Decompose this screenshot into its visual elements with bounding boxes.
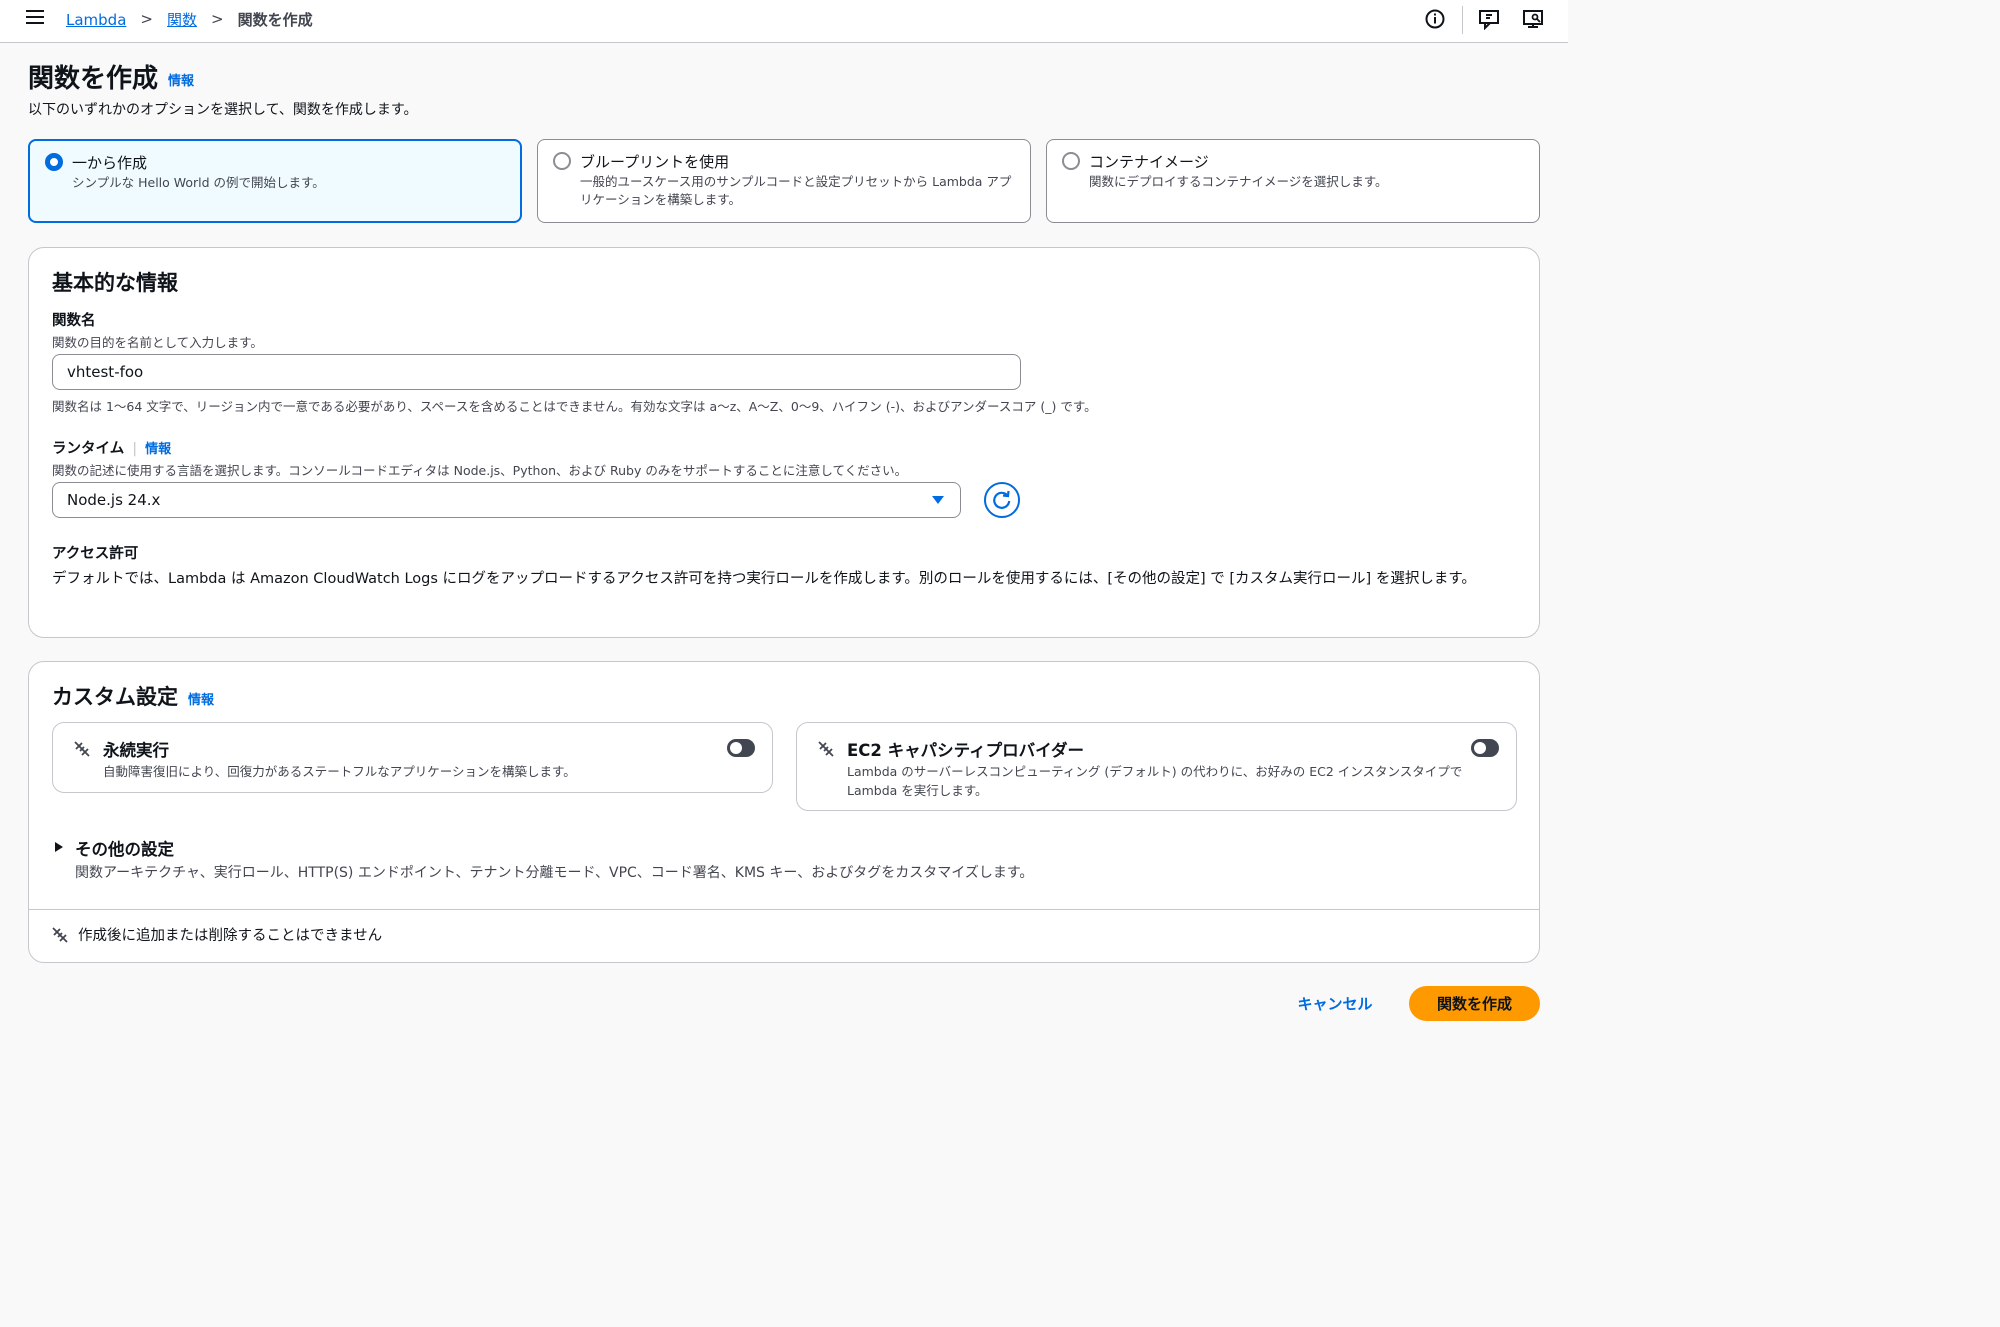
additional-settings-description: 関数アーキテクチャ、実行ロール、HTTP(S) エンドポイント、テナント分離モー…: [75, 865, 1034, 881]
option-title: 一から作成: [72, 154, 148, 172]
runtime-select-value: Node.js 24.x: [67, 491, 161, 509]
immutable-note-text: 作成後に追加または削除することはできません: [78, 928, 383, 944]
function-name-constraint: 関数名は 1〜64 文字で、リージョン内で一意である必要があり、スペースを含める…: [52, 399, 1097, 414]
caret-right-icon[interactable]: [55, 842, 63, 852]
page-title-text: 関数を作成: [28, 64, 159, 94]
option-desc: 一般的ユースケース用のサンプルコードと設定プリセットから Lambda アプリケ…: [580, 174, 1012, 207]
runtime-description: 関数の記述に使用する言語を選択します。コンソールコードエディタは Node.js…: [52, 463, 908, 478]
refresh-runtime-button[interactable]: [984, 482, 1020, 518]
basic-info-heading: 基本的な情報: [52, 271, 178, 295]
cancel-button[interactable]: キャンセル: [1280, 986, 1390, 1020]
page-info-link[interactable]: 情報: [168, 74, 194, 89]
unlink-icon: [74, 741, 90, 757]
basic-info-container: 基本的な情報 関数名 関数の目的を名前として入力します。 関数名は 1〜64 文…: [28, 247, 1540, 638]
radio-unselected-icon[interactable]: [1062, 152, 1080, 170]
screen-icon[interactable]: [1522, 8, 1544, 30]
immutable-note: 作成後に追加または削除することはできません: [51, 924, 382, 945]
ec2-capacity-provider-card[interactable]: EC2 キャパシティプロバイダー Lambda のサーバーレスコンピューティング…: [796, 722, 1517, 811]
card-title: 永続実行: [103, 741, 169, 760]
info-circle-icon[interactable]: [1424, 8, 1446, 30]
toolbar-divider: [1462, 6, 1463, 34]
function-name-input[interactable]: [52, 354, 1021, 390]
refresh-icon: [993, 490, 1011, 509]
runtime-label-text: ランタイム: [52, 441, 125, 457]
custom-settings-title: カスタム設定: [52, 685, 178, 709]
option-author-from-scratch[interactable]: 一から作成 シンプルな Hello World の例で開始します。: [28, 139, 522, 223]
runtime-label: ランタイム | 情報: [52, 437, 171, 458]
chevron-right-icon: >: [140, 9, 153, 28]
option-desc: 関数にデプロイするコンテナイメージを選択します。: [1089, 174, 1388, 189]
durable-execution-card[interactable]: 永続実行 自動障害復旧により、回復力があるステートフルなアプリケーションを構築し…: [52, 722, 773, 793]
chevron-right-icon: >: [211, 9, 224, 28]
permissions-description: デフォルトでは、Lambda は Amazon CloudWatch Logs …: [52, 571, 1476, 587]
feedback-icon[interactable]: [1478, 8, 1500, 30]
custom-settings-info-link[interactable]: 情報: [188, 693, 214, 708]
card-title: EC2 キャパシティプロバイダー: [847, 741, 1084, 760]
page-title: 関数を作成 情報: [28, 58, 194, 95]
runtime-select[interactable]: Node.js 24.x: [52, 482, 961, 518]
radio-selected-icon[interactable]: [45, 153, 63, 171]
divider: [29, 909, 1539, 910]
menu-icon[interactable]: [26, 10, 44, 26]
permissions-label: アクセス許可: [52, 546, 139, 562]
create-function-button[interactable]: 関数を作成: [1409, 986, 1540, 1021]
option-container-image[interactable]: コンテナイメージ 関数にデプロイするコンテナイメージを選択します。: [1046, 139, 1540, 223]
function-name-label: 関数名: [52, 313, 96, 329]
option-title: コンテナイメージ: [1089, 153, 1209, 171]
unlink-icon: [818, 741, 834, 757]
card-description: Lambda のサーバーレスコンピューティング (デフォルト) の代わりに、お好…: [847, 764, 1463, 798]
additional-settings-title[interactable]: その他の設定: [75, 836, 174, 860]
option-desc: シンプルな Hello World の例で開始します。: [72, 175, 325, 190]
page-subtitle: 以下のいずれかのオプションを選択して、関数を作成します。: [28, 102, 418, 118]
function-name-description: 関数の目的を名前として入力します。: [52, 335, 263, 350]
breadcrumb: Lambda > 関数 > 関数を作成: [66, 9, 313, 30]
unlink-icon: [52, 926, 68, 943]
breadcrumb-current: 関数を作成: [237, 11, 313, 29]
option-use-blueprint[interactable]: ブループリントを使用 一般的ユースケース用のサンプルコードと設定プリセットから …: [537, 139, 1031, 223]
durable-execution-toggle[interactable]: [727, 739, 755, 757]
custom-settings-container: カスタム設定 情報 永続実行 自動障害復旧により、回復力があるステートフルなアプリ…: [28, 661, 1540, 963]
breadcrumb-functions-link[interactable]: 関数: [167, 9, 197, 30]
custom-settings-heading: カスタム設定 情報: [52, 681, 214, 711]
top-navigation-bar: Lambda > 関数 > 関数を作成: [0, 0, 1568, 43]
caret-down-icon: [932, 496, 944, 504]
label-divider: |: [132, 441, 138, 457]
breadcrumb-lambda-link[interactable]: Lambda: [66, 11, 126, 29]
ec2-capacity-provider-toggle[interactable]: [1471, 739, 1499, 757]
radio-unselected-icon[interactable]: [553, 152, 571, 170]
card-description: 自動障害復旧により、回復力があるステートフルなアプリケーションを構築します。: [103, 764, 576, 779]
runtime-info-link[interactable]: 情報: [145, 442, 171, 457]
option-title: ブループリントを使用: [580, 153, 730, 171]
